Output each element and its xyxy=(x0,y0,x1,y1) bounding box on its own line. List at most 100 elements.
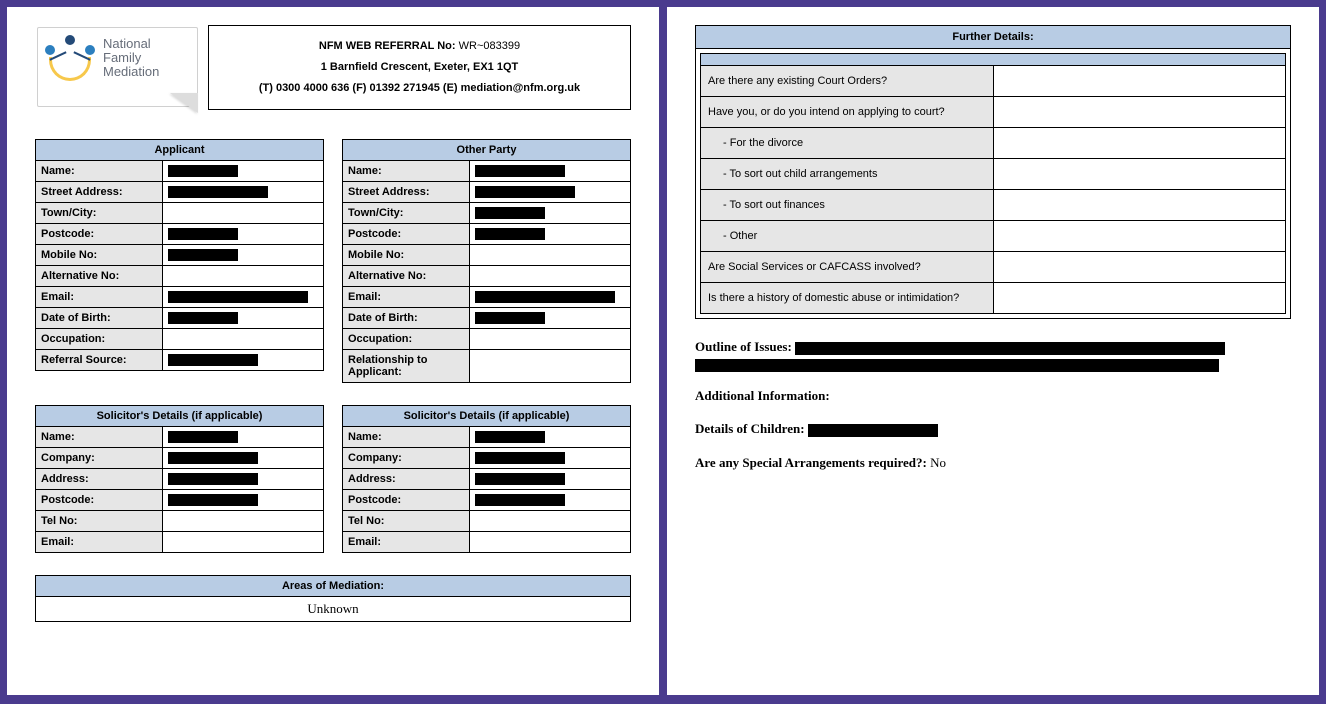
special-value: No xyxy=(930,455,946,470)
field-value xyxy=(162,469,323,490)
question-cell: Are Social Services or CAFCASS involved? xyxy=(701,252,994,283)
field-value xyxy=(162,308,323,329)
field-label: Referral Source: xyxy=(36,350,163,371)
solicitor-title-1: Solicitor's Details (if applicable) xyxy=(36,406,324,427)
question-cell: - To sort out child arrangements xyxy=(701,159,994,190)
field-label: Postcode: xyxy=(36,490,163,511)
redacted-text xyxy=(168,228,238,240)
redacted-text xyxy=(475,207,545,219)
field-value xyxy=(469,287,630,308)
field-value xyxy=(469,161,630,182)
redacted-text xyxy=(168,291,308,303)
answer-cell xyxy=(993,159,1286,190)
areas-title: Areas of Mediation: xyxy=(36,576,631,597)
field-label: Date of Birth: xyxy=(36,308,163,329)
redacted-text xyxy=(475,312,545,324)
field-value xyxy=(162,203,323,224)
outline-row: Outline of Issues: xyxy=(695,337,1291,372)
special-row: Are any Special Arrangements required?: … xyxy=(695,453,1291,473)
field-label: Occupation: xyxy=(343,329,470,350)
field-label: Town/City: xyxy=(36,203,163,224)
field-value xyxy=(469,245,630,266)
field-value xyxy=(469,350,630,383)
field-label: Name: xyxy=(36,427,163,448)
redacted-text xyxy=(475,165,565,177)
field-value xyxy=(162,511,323,532)
question-cell: Have you, or do you intend on applying t… xyxy=(701,97,994,128)
redacted-text xyxy=(475,494,565,506)
field-label: Email: xyxy=(343,287,470,308)
logo-text-2: Family xyxy=(103,51,159,65)
field-label: Mobile No: xyxy=(343,245,470,266)
field-value xyxy=(469,224,630,245)
field-value xyxy=(469,182,630,203)
redacted-text xyxy=(475,452,565,464)
field-value xyxy=(162,448,323,469)
ref-label: NFM WEB REFERRAL No: xyxy=(319,40,456,52)
redacted-text xyxy=(168,312,238,324)
field-label: Email: xyxy=(343,532,470,553)
field-label: Name: xyxy=(343,427,470,448)
answer-cell xyxy=(993,252,1286,283)
solicitor-table-1: Solicitor's Details (if applicable) Name… xyxy=(35,405,324,553)
answer-cell xyxy=(993,221,1286,252)
answer-cell xyxy=(993,97,1286,128)
field-label: Postcode: xyxy=(343,224,470,245)
redacted-text xyxy=(168,431,238,443)
field-label: Date of Birth: xyxy=(343,308,470,329)
further-title-box: Further Details: xyxy=(695,25,1291,49)
field-label: Tel No: xyxy=(36,511,163,532)
field-label: Town/City: xyxy=(343,203,470,224)
question-cell: - For the divorce xyxy=(701,128,994,159)
header-contact: (T) 0300 4000 636 (F) 01392 271945 (E) m… xyxy=(215,78,624,99)
field-value xyxy=(162,490,323,511)
field-value xyxy=(469,532,630,553)
field-label: Address: xyxy=(36,469,163,490)
field-value xyxy=(162,350,323,371)
field-value xyxy=(162,182,323,203)
applicant-title: Applicant xyxy=(36,140,324,161)
field-label: Street Address: xyxy=(36,182,163,203)
field-label: Postcode: xyxy=(36,224,163,245)
field-value xyxy=(469,469,630,490)
logo-text-3: Mediation xyxy=(103,65,159,79)
redacted-text xyxy=(168,165,238,177)
field-label: Occupation: xyxy=(36,329,163,350)
field-value xyxy=(469,490,630,511)
outline-label: Outline of Issues: xyxy=(695,339,792,354)
field-value xyxy=(162,245,323,266)
areas-table: Areas of Mediation: Unknown xyxy=(35,575,631,622)
header-address: 1 Barnfield Crescent, Exeter, EX1 1QT xyxy=(215,57,624,78)
redacted-text xyxy=(475,186,575,198)
field-value xyxy=(469,308,630,329)
children-row: Details of Children: xyxy=(695,419,1291,439)
field-label: Company: xyxy=(36,448,163,469)
document-pages: National Family Mediation NFM WEB REFERR… xyxy=(6,6,1320,696)
page-2: Further Details: Are there any existing … xyxy=(666,6,1320,696)
page-1: National Family Mediation NFM WEB REFERR… xyxy=(6,6,660,696)
answer-cell xyxy=(993,283,1286,314)
further-title: Further Details: xyxy=(696,26,1291,49)
field-label: Street Address: xyxy=(343,182,470,203)
family-icon xyxy=(43,35,97,81)
field-value xyxy=(469,427,630,448)
field-label: Alternative No: xyxy=(36,266,163,287)
field-value xyxy=(162,266,323,287)
solicitor-title-2: Solicitor's Details (if applicable) xyxy=(343,406,631,427)
redacted-text xyxy=(475,431,545,443)
redacted-text xyxy=(168,452,258,464)
applicant-table: Applicant Name:Street Address:Town/City:… xyxy=(35,139,324,371)
other-party-table: Other Party Name:Street Address:Town/Cit… xyxy=(342,139,631,383)
field-label: Company: xyxy=(343,448,470,469)
field-label: Email: xyxy=(36,532,163,553)
question-cell: - Other xyxy=(701,221,994,252)
field-label: Name: xyxy=(343,161,470,182)
redacted-text xyxy=(168,473,258,485)
nfm-logo: National Family Mediation xyxy=(35,25,200,113)
field-label: Relationship to Applicant: xyxy=(343,350,470,383)
redacted-text xyxy=(475,228,545,240)
field-label: Address: xyxy=(343,469,470,490)
redacted-text xyxy=(475,473,565,485)
question-cell: - To sort out finances xyxy=(701,190,994,221)
field-label: Tel No: xyxy=(343,511,470,532)
